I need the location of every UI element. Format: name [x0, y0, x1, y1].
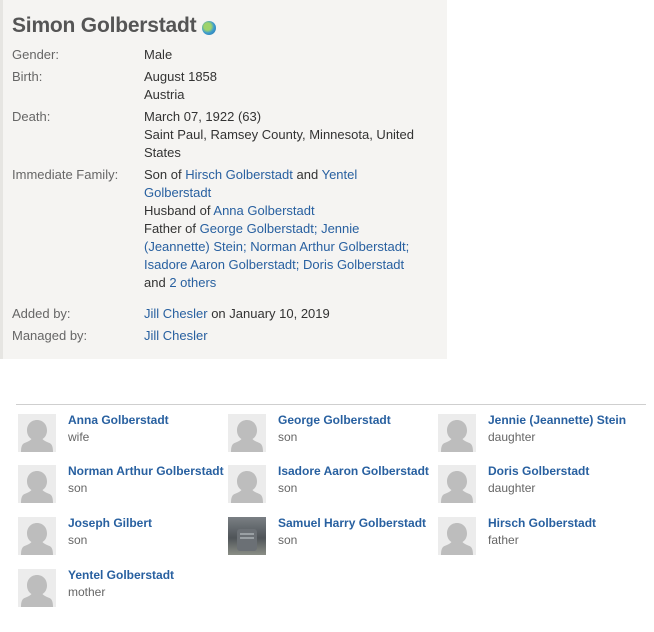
default-avatar-icon[interactable] — [228, 414, 266, 452]
relative-name-link[interactable]: Samuel Harry Golberstadt — [278, 516, 426, 530]
relative-relation: daughter — [488, 430, 536, 444]
father-of-line1: Father of George Golberstadt; Jennie — [144, 220, 434, 238]
added-on-text: on January 10, 2019 — [211, 306, 330, 321]
globe-icon[interactable] — [202, 20, 217, 35]
relative-relation: son — [278, 533, 298, 547]
relative-card[interactable]: Yentel Golberstadt mother — [18, 568, 228, 613]
profile-title-row: Simon Golberstadt — [12, 14, 217, 38]
relative-relation: mother — [68, 585, 106, 599]
managed-by-value: Jill Chesler — [144, 327, 434, 345]
relative-name-link[interactable]: Hirsch Golberstadt — [488, 516, 596, 530]
profile-card: Simon Golberstadt Gender: Male Birth: Au… — [0, 0, 447, 359]
default-avatar-icon[interactable] — [18, 517, 56, 555]
relative-card[interactable]: Joseph Gilbert son — [18, 516, 228, 561]
death-place-line1: Saint Paul, Ramsey County, Minnesota, Un… — [144, 127, 415, 142]
section-divider — [16, 404, 646, 405]
child-link-jennie-2[interactable]: (Jeannette) Stein; — [144, 239, 247, 254]
child-link-jennie-1[interactable]: Jennie — [321, 221, 359, 236]
default-avatar-icon[interactable] — [438, 414, 476, 452]
son-of-line2: Golberstadt — [144, 184, 434, 202]
relative-relation: wife — [68, 430, 90, 444]
son-of-line1: Son of Hirsch Golberstadt and Yentel — [144, 166, 434, 184]
profile-name: Simon Golberstadt — [12, 14, 197, 37]
relative-relation: son — [278, 430, 298, 444]
relative-relation: daughter — [488, 481, 536, 495]
death-value: March 07, 1922 (63) Saint Paul, Ramsey C… — [144, 108, 434, 162]
managed-by-label: Managed by: — [12, 328, 88, 343]
others-line: and 2 others — [144, 274, 434, 292]
father-prefix: Father of — [144, 221, 197, 236]
relative-card[interactable]: George Golberstadt son — [228, 413, 438, 458]
parent-link-yentel-1[interactable]: Yentel — [322, 167, 358, 182]
relative-card[interactable]: Jennie (Jeannette) Stein daughter — [438, 413, 648, 458]
managed-by-link[interactable]: Jill Chesler — [144, 328, 208, 343]
added-by-link[interactable]: Jill Chesler — [144, 306, 208, 321]
relative-name-link[interactable]: Joseph Gilbert — [68, 516, 152, 530]
relative-relation: son — [68, 481, 88, 495]
father-of-line3: Isadore Aaron Golberstadt; Doris Golbers… — [144, 256, 434, 274]
relative-name-link[interactable]: Jennie (Jeannette) Stein — [488, 413, 626, 427]
relative-card[interactable]: Hirsch Golberstadt father — [438, 516, 648, 561]
birth-label: Birth: — [12, 69, 43, 84]
relative-name-link[interactable]: Anna Golberstadt — [68, 413, 169, 427]
child-link-doris[interactable]: Doris Golberstadt — [303, 257, 404, 272]
son-of-prefix: Son of — [144, 167, 182, 182]
gender-value: Male — [144, 47, 173, 62]
parent-link-yentel-2[interactable]: Golberstadt — [144, 185, 211, 200]
birth-place: Austria — [144, 87, 185, 102]
husband-prefix: Husband of — [144, 203, 211, 218]
default-avatar-icon[interactable] — [438, 517, 476, 555]
default-avatar-icon[interactable] — [438, 465, 476, 503]
child-link-isadore[interactable]: Isadore Aaron Golberstadt; — [144, 257, 299, 272]
relative-name-link[interactable]: Isadore Aaron Golberstadt — [278, 464, 429, 478]
relative-card[interactable]: Doris Golberstadt daughter — [438, 464, 648, 509]
default-avatar-icon[interactable] — [18, 414, 56, 452]
others-prefix: and — [144, 275, 166, 290]
profile-photo[interactable] — [228, 517, 266, 555]
others-link[interactable]: 2 others — [169, 275, 216, 290]
spouse-link[interactable]: Anna Golberstadt — [213, 203, 314, 218]
default-avatar-icon[interactable] — [18, 569, 56, 607]
child-link-norman[interactable]: Norman Arthur Golberstadt; — [250, 239, 409, 254]
death-place-line2: States — [144, 145, 181, 160]
birth-date: August 1858 — [144, 69, 218, 84]
death-label: Death: — [12, 109, 51, 124]
default-avatar-icon[interactable] — [18, 465, 56, 503]
relative-relation: son — [68, 533, 88, 547]
relative-name-link[interactable]: Yentel Golberstadt — [68, 568, 174, 582]
immediate-family-value: Son of Hirsch Golberstadt and Yentel Gol… — [144, 166, 434, 292]
immediate-family-label: Immediate Family: — [12, 167, 119, 182]
added-by-value: Jill Chesler on January 10, 2019 — [144, 305, 434, 323]
added-by-label: Added by: — [12, 306, 71, 321]
relative-card[interactable]: Samuel Harry Golberstadt son — [228, 516, 438, 561]
parent-link-hirsch[interactable]: Hirsch Golberstadt — [185, 167, 293, 182]
default-avatar-icon[interactable] — [228, 465, 266, 503]
relative-card[interactable]: Anna Golberstadt wife — [18, 413, 228, 458]
father-of-line2: (Jeannette) Stein; Norman Arthur Golbers… — [144, 238, 434, 256]
death-date: March 07, 1922 (63) — [144, 109, 262, 124]
relative-card[interactable]: Norman Arthur Golberstadt son — [18, 464, 228, 509]
relative-name-link[interactable]: Norman Arthur Golberstadt — [68, 464, 224, 478]
birth-value: August 1858 Austria — [144, 68, 434, 104]
relative-relation: father — [488, 533, 519, 547]
relative-relation: son — [278, 481, 298, 495]
husband-of-line: Husband of Anna Golberstadt — [144, 202, 434, 220]
relative-card[interactable]: Isadore Aaron Golberstadt son — [228, 464, 438, 509]
relative-name-link[interactable]: George Golberstadt — [278, 413, 391, 427]
and-text: and — [296, 167, 319, 182]
relative-name-link[interactable]: Doris Golberstadt — [488, 464, 589, 478]
gender-label: Gender: — [12, 47, 59, 62]
child-link-george[interactable]: George Golberstadt; — [200, 221, 318, 236]
